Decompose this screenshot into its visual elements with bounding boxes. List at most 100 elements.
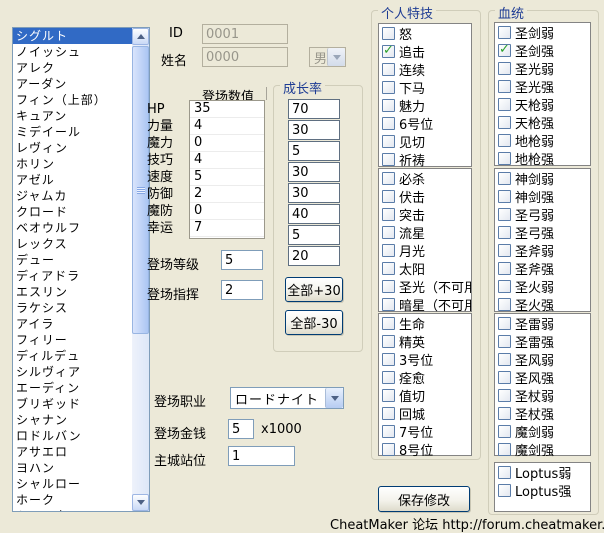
list-item[interactable]: エーディン <box>13 380 132 396</box>
bloodline-checkbox-row[interactable]: ✓ 圣光强 <box>495 77 590 95</box>
list-item[interactable]: レックス <box>13 236 132 252</box>
list-item[interactable]: ロドルバン <box>13 428 132 444</box>
bloodline-checkbox-row[interactable]: ✓ 圣风弱 <box>495 350 590 368</box>
growth-rate-input[interactable]: 5 <box>288 141 340 161</box>
scroll-down-button[interactable] <box>132 494 149 511</box>
skill-checkbox-row[interactable]: ✓ 精英 <box>379 332 471 350</box>
all-minus-30-button[interactable]: 全部-30 <box>285 310 343 335</box>
skill-checkbox-row[interactable]: ✓ 伏击 <box>379 187 471 205</box>
bloodline-checkbox-row[interactable]: ✓ 圣杖强 <box>495 404 590 422</box>
list-item[interactable]: キュアン <box>13 108 132 124</box>
save-button[interactable]: 保存修改 <box>378 486 470 512</box>
growth-rate-input[interactable]: 30 <box>288 162 340 182</box>
bloodline-checkbox-row[interactable]: ✓ 圣斧弱 <box>495 241 590 259</box>
growth-rate-input[interactable]: 40 <box>288 204 340 224</box>
base-stat-value[interactable]: 0 <box>190 203 264 220</box>
bloodline-checkbox-row[interactable]: ✓ 圣杖弱 <box>495 386 590 404</box>
list-item[interactable]: トリスタン <box>13 508 132 511</box>
growth-rate-input[interactable]: 70 <box>288 99 340 119</box>
skill-checkbox-row[interactable]: ✓ 生命 <box>379 314 471 332</box>
list-item[interactable]: フィリー <box>13 332 132 348</box>
list-item[interactable]: アゼル <box>13 172 132 188</box>
list-item[interactable]: フィン（上部） <box>13 92 132 108</box>
growth-rate-input[interactable]: 30 <box>288 120 340 140</box>
skill-checkbox-row[interactable]: ✓ 太阳 <box>379 259 471 277</box>
skill-checkbox-row[interactable]: ✓ 追击 <box>379 42 471 60</box>
scroll-up-button[interactable] <box>132 28 149 45</box>
bloodline-checkbox-row[interactable]: ✓ Loptus弱 <box>495 463 590 481</box>
skill-checkbox-row[interactable]: ✓ 圣光（不可用） <box>379 277 471 295</box>
command-input[interactable] <box>221 280 263 300</box>
bloodline-checkbox-row[interactable]: ✓ 圣弓强 <box>495 223 590 241</box>
list-item[interactable]: ディルデュ <box>13 348 132 364</box>
skill-checkbox-row[interactable]: ✓ 月光 <box>379 241 471 259</box>
bloodline-checkbox-row[interactable]: ✓ 地枪弱 <box>495 131 590 149</box>
skill-checkbox-row[interactable]: ✓ 8号位 <box>379 440 471 458</box>
list-item[interactable]: アイラ <box>13 316 132 332</box>
growth-rate-input[interactable]: 20 <box>288 246 340 266</box>
gender-dropdown-button[interactable] <box>327 48 345 66</box>
list-item[interactable]: ホーク <box>13 492 132 508</box>
bloodline-checkbox-row[interactable]: ✓ 圣弓弱 <box>495 205 590 223</box>
list-item[interactable]: エスリン <box>13 284 132 300</box>
skill-checkbox-row[interactable]: ✓ 痊愈 <box>379 368 471 386</box>
name-input[interactable] <box>202 47 288 67</box>
gender-select[interactable]: 男 <box>309 47 346 67</box>
id-input[interactable] <box>202 24 288 44</box>
bloodline-checkbox-row[interactable]: ✓ 圣火弱 <box>495 277 590 295</box>
bloodline-checkbox-row[interactable]: ✓ 天枪弱 <box>495 95 590 113</box>
bloodline-checkbox-row[interactable]: ✓ 魔剑弱 <box>495 422 590 440</box>
skill-checkbox-row[interactable]: ✓ 下马 <box>379 78 471 96</box>
list-item[interactable]: シグルト <box>13 28 132 44</box>
bloodline-checkbox-row[interactable]: ✓ 圣雷弱 <box>495 314 590 332</box>
character-list[interactable]: シグルトノイッシュアレクアーダンフィン（上部）キュアンミデイールレヴィンホリンア… <box>12 27 150 512</box>
list-item[interactable]: ラケシス <box>13 300 132 316</box>
money-input[interactable] <box>228 419 254 439</box>
class-select[interactable]: ロードナイト <box>230 387 344 409</box>
skill-checkbox-row[interactable]: ✓ 怒 <box>379 24 471 42</box>
bloodline-checkbox-row[interactable]: ✓ 圣风强 <box>495 368 590 386</box>
list-item[interactable]: アレク <box>13 60 132 76</box>
base-stats-table[interactable]: 354045207 <box>189 100 265 239</box>
base-stat-value[interactable]: 35 <box>190 101 264 118</box>
list-item[interactable]: ミデイール <box>13 124 132 140</box>
list-item[interactable]: ヨハン <box>13 460 132 476</box>
list-item[interactable]: ジャムカ <box>13 188 132 204</box>
base-stat-value[interactable]: 7 <box>190 220 264 237</box>
bloodline-checkbox-row[interactable]: ✓ 圣剑弱 <box>495 23 590 41</box>
list-item[interactable]: アサエロ <box>13 444 132 460</box>
position-input[interactable] <box>228 446 295 466</box>
skill-checkbox-row[interactable]: ✓ 6号位 <box>379 114 471 132</box>
list-item[interactable]: レヴィン <box>13 140 132 156</box>
list-item[interactable]: デュー <box>13 252 132 268</box>
growth-rate-input[interactable]: 30 <box>288 183 340 203</box>
bloodline-checkbox-row[interactable]: ✓ 圣斧强 <box>495 259 590 277</box>
base-stat-value[interactable]: 5 <box>190 169 264 186</box>
list-item[interactable]: ベオウルフ <box>13 220 132 236</box>
bloodline-checkbox-row[interactable]: ✓ 地枪强 <box>495 149 590 167</box>
bloodline-checkbox-row[interactable]: ✓ Loptus强 <box>495 481 590 499</box>
all-plus-30-button[interactable]: 全部+30 <box>285 277 343 302</box>
skill-checkbox-row[interactable]: ✓ 连续 <box>379 60 471 78</box>
growth-rate-input[interactable]: 5 <box>288 225 340 245</box>
skill-checkbox-row[interactable]: ✓ 流星 <box>379 223 471 241</box>
bloodline-checkbox-row[interactable]: ✓ 神剑弱 <box>495 169 590 187</box>
bloodline-checkbox-row[interactable]: ✓ 天枪强 <box>495 113 590 131</box>
list-item[interactable]: ブリギッド <box>13 396 132 412</box>
skill-checkbox-row[interactable]: ✓ 值切 <box>379 386 471 404</box>
bloodline-checkbox-row[interactable]: ✓ 圣剑强 <box>495 41 590 59</box>
bloodline-checkbox-row[interactable]: ✓ 圣火强 <box>495 295 590 313</box>
skill-checkbox-row[interactable]: ✓ 7号位 <box>379 422 471 440</box>
base-stat-value[interactable]: 0 <box>190 135 264 152</box>
list-item[interactable]: ホリン <box>13 156 132 172</box>
bloodline-checkbox-row[interactable]: ✓ 圣光弱 <box>495 59 590 77</box>
skill-checkbox-row[interactable]: ✓ 见切 <box>379 132 471 150</box>
skill-checkbox-row[interactable]: ✓ 突击 <box>379 205 471 223</box>
list-item[interactable]: ディアドラ <box>13 268 132 284</box>
class-dropdown-button[interactable] <box>325 388 343 408</box>
bloodline-checkbox-row[interactable]: ✓ 圣雷强 <box>495 332 590 350</box>
skill-checkbox-row[interactable]: ✓ 魅力 <box>379 96 471 114</box>
level-input[interactable] <box>221 250 263 270</box>
list-item[interactable]: アーダン <box>13 76 132 92</box>
base-stat-value[interactable]: 4 <box>190 152 264 169</box>
